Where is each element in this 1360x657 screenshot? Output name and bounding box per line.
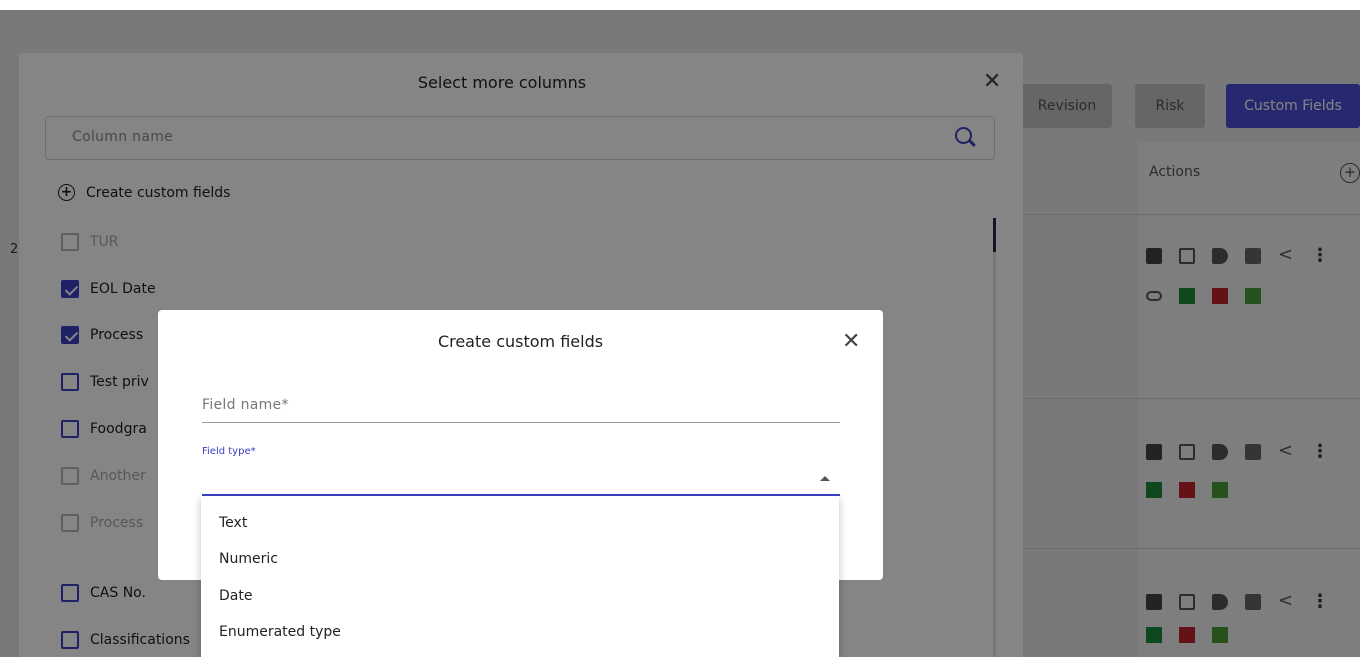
- dialog-title: Create custom fields: [437, 332, 604, 351]
- menu-option-text[interactable]: Text: [219, 515, 247, 531]
- app-top-bar: [0, 0, 1360, 10]
- menu-option-date[interactable]: Date: [219, 588, 252, 604]
- menu-option-enumerated[interactable]: Enumerated type: [219, 624, 341, 640]
- menu-option-numeric[interactable]: Numeric: [219, 551, 278, 567]
- close-icon[interactable]: ✕: [842, 331, 860, 353]
- field-name-underline: [202, 422, 840, 423]
- field-name-input[interactable]: Field name*: [202, 397, 289, 413]
- caret-up-icon[interactable]: [820, 476, 830, 481]
- field-type-label: Field type*: [202, 446, 256, 457]
